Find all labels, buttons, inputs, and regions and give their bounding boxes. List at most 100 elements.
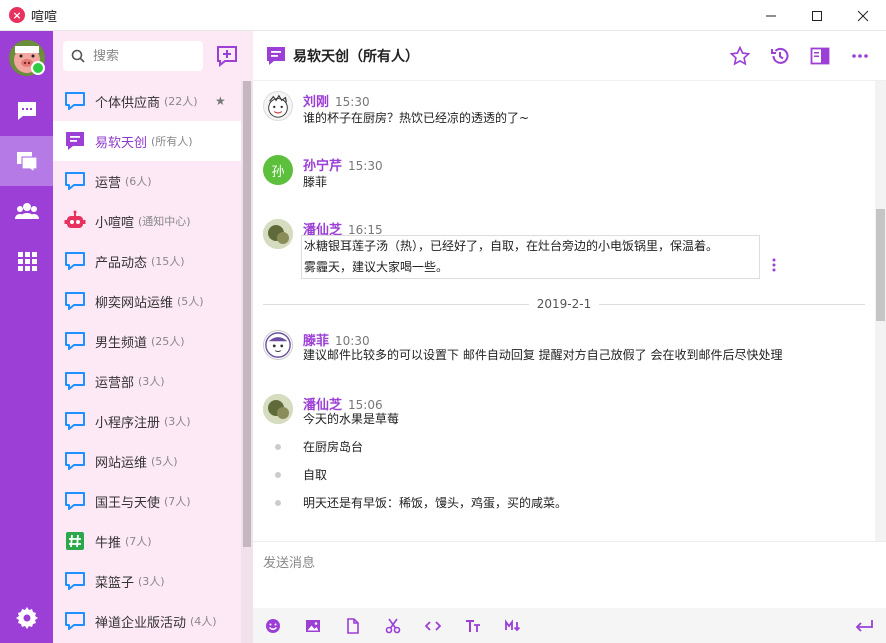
chat-name: 易软天创 xyxy=(95,135,148,151)
apps-grid-icon xyxy=(17,252,37,271)
chat-name: 小程序注册 xyxy=(95,415,161,431)
message-time: 15:30 xyxy=(335,95,370,109)
chat-member-count: (7人) xyxy=(164,495,191,508)
rail-chats-button[interactable] xyxy=(0,136,53,186)
chat-item[interactable]: 菜篮子 (3人) xyxy=(53,561,241,601)
robot-icon xyxy=(63,209,87,233)
minimize-icon xyxy=(766,15,776,16)
title-bar: × 喧喧 xyxy=(0,0,886,31)
divider xyxy=(599,303,865,305)
message-input[interactable] xyxy=(263,552,873,592)
send-button[interactable] xyxy=(850,614,878,638)
message-more-button[interactable] xyxy=(768,255,780,275)
chat-item[interactable]: 小喧喧 (通知中心) xyxy=(53,201,241,241)
chat-bubble-icon xyxy=(63,249,87,273)
scissors-icon xyxy=(385,618,401,634)
chat-item[interactable]: 易软天创 (所有人) xyxy=(53,121,241,161)
code-icon xyxy=(425,621,441,631)
message-line: 冰糖银耳莲子汤（热），已经好了，自取，在灶台旁边的小电饭锅里，保温着。 xyxy=(304,239,719,253)
list-bullet xyxy=(275,444,281,450)
panel-icon xyxy=(810,47,830,65)
cartoon-avatar-icon xyxy=(265,332,291,358)
sender-avatar[interactable] xyxy=(263,219,293,249)
chat-name: 个体供应商 xyxy=(95,95,161,111)
message-text: 谁的杯子在厨房？热饮已经凉的透透的了~ xyxy=(303,111,530,125)
sender-avatar[interactable]: 孙 xyxy=(263,155,293,185)
screenshot-button[interactable] xyxy=(373,608,413,643)
star-button[interactable] xyxy=(720,36,760,76)
message-scrollbar-thumb[interactable] xyxy=(876,209,885,321)
chat-item[interactable]: 男生频道 (25人) xyxy=(53,321,241,361)
chat-item[interactable]: 个体供应商 (22人) ★ xyxy=(53,81,241,121)
markdown-button[interactable] xyxy=(493,608,533,643)
header-actions xyxy=(720,31,880,81)
history-button[interactable] xyxy=(760,36,800,76)
message-composer xyxy=(253,541,886,643)
chat-item[interactable]: 国王与天使 (7人) xyxy=(53,481,241,521)
code-button[interactable] xyxy=(413,608,453,643)
file-button[interactable] xyxy=(333,608,373,643)
chat-item[interactable]: 产品动态 (15人) xyxy=(53,241,241,281)
message-text-highlighted: 冰糖银耳莲子汤（热），已经好了，自取，在灶台旁边的小电饭锅里，保温着。 雾霾天，… xyxy=(301,235,760,279)
sender-avatar[interactable] xyxy=(263,91,293,121)
message-scrollbar[interactable] xyxy=(875,81,886,541)
chat-member-count: (5人) xyxy=(151,455,178,468)
chat-member-count: (3人) xyxy=(164,415,191,428)
chat-item[interactable]: 小程序注册 (3人) xyxy=(53,401,241,441)
message-line: 雾霾天，建议大家喝一些。 xyxy=(304,260,449,274)
chat-item[interactable]: 运营部 (3人) xyxy=(53,361,241,401)
cartoon-avatar-icon xyxy=(268,94,288,118)
file-icon xyxy=(347,618,359,634)
close-icon xyxy=(857,10,869,21)
chat-name: 男生频道 xyxy=(95,335,148,351)
chat-name: 产品动态 xyxy=(95,255,148,271)
chat-bubble-icon xyxy=(63,169,87,193)
message-time: 15:30 xyxy=(348,159,383,173)
rail-messages-button[interactable] xyxy=(0,86,53,136)
date-label: 2019-2-1 xyxy=(536,297,592,311)
star-icon[interactable]: ★ xyxy=(215,94,226,108)
chat-item[interactable]: 柳奕网站运维 (5人) xyxy=(53,281,241,321)
sidebar-scrollbar[interactable] xyxy=(241,81,253,643)
chat-bubble-icon xyxy=(63,329,87,353)
image-button[interactable] xyxy=(293,608,333,643)
hashtag-icon xyxy=(63,529,87,553)
chat-item[interactable]: 禅道企业版活动 (4人) xyxy=(53,601,241,641)
sidebar-toggle-button[interactable] xyxy=(800,36,840,76)
chat-header: 易软天创（所有人） xyxy=(253,31,886,81)
list-bullet xyxy=(275,500,281,506)
rail-contacts-button[interactable] xyxy=(0,186,53,236)
search-box xyxy=(63,41,203,71)
new-chat-button[interactable] xyxy=(214,44,240,68)
chat-member-count: (3人) xyxy=(138,375,165,388)
online-status-icon xyxy=(31,61,45,75)
composer-toolbar xyxy=(253,608,886,643)
more-options-button[interactable] xyxy=(840,36,880,76)
chat-member-count: (通知中心) xyxy=(138,215,191,228)
chat-name: 牛推 xyxy=(95,535,122,551)
chat-member-count: (7人) xyxy=(125,535,152,548)
chat-sidebar: 个体供应商(22人)★易软天创(所有人)运营(6人)小喧喧(通知中心)产品动态(… xyxy=(53,31,253,643)
font-size-button[interactable] xyxy=(453,608,493,643)
message-text: 今天的水果是草莓 xyxy=(303,412,400,426)
message-list: 刘刚 15:30 谁的杯子在厨房？热饮已经凉的透透的了~ 孙 孙宁芹 15:30 滕… xyxy=(253,81,875,541)
close-button[interactable] xyxy=(840,0,886,31)
rail-apps-button[interactable] xyxy=(0,236,53,286)
sender-avatar[interactable] xyxy=(263,394,293,424)
rail-settings-button[interactable] xyxy=(0,593,53,643)
chat-item[interactable]: 运营 (6人) xyxy=(53,161,241,201)
list-doc-icon xyxy=(63,129,87,153)
maximize-button[interactable] xyxy=(794,0,840,31)
chat-item[interactable]: 网站运维 (5人) xyxy=(53,441,241,481)
emoji-icon xyxy=(266,619,280,633)
sender-avatar[interactable] xyxy=(263,330,293,360)
emoji-button[interactable] xyxy=(253,608,293,643)
chat-item[interactable]: 牛推 (7人) xyxy=(53,521,241,561)
chat-title: 易软天创（所有人） xyxy=(293,48,419,65)
more-vertical-icon xyxy=(772,258,776,272)
sidebar-scrollbar-thumb[interactable] xyxy=(243,81,251,547)
search-input[interactable] xyxy=(93,48,193,64)
contacts-icon xyxy=(14,203,39,219)
minimize-button[interactable] xyxy=(748,0,794,31)
chat-bubble-icon xyxy=(63,449,87,473)
